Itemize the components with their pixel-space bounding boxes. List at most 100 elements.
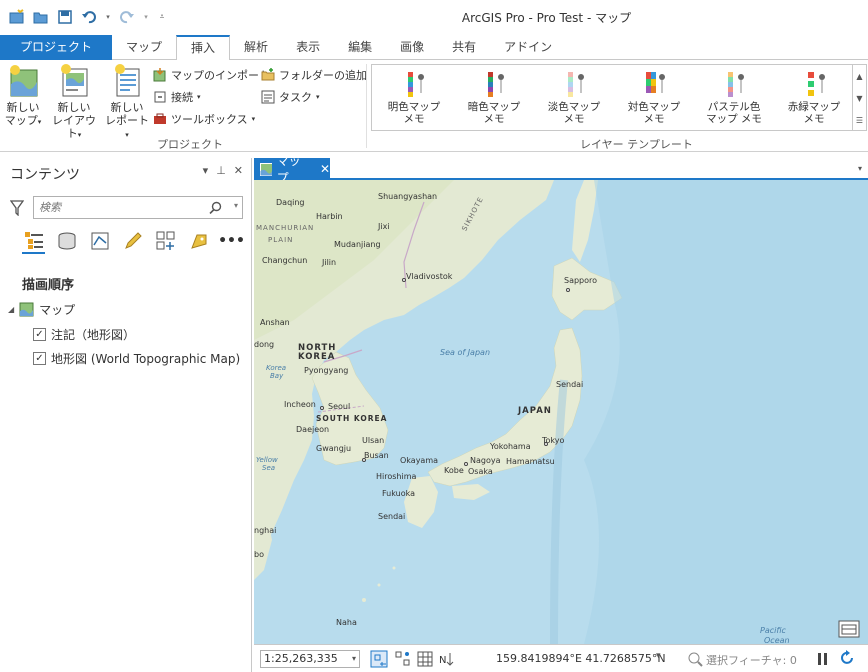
city-marker [362,458,366,462]
pause-drawing-icon[interactable] [814,650,832,668]
import-map-button[interactable]: マップのインポート [153,66,270,84]
pin-icon[interactable]: ⊥ [216,164,226,177]
new-map-label-1: 新しい [6,101,40,114]
filter-icon[interactable] [10,200,24,216]
search-dropdown-icon[interactable]: ▾ [234,201,238,210]
tab-view[interactable]: 表示 [282,35,334,60]
pastel-map-notes-icon [728,72,744,97]
refresh-icon[interactable] [838,650,856,668]
search-box[interactable]: ▾ [33,196,243,219]
scroll-up-icon[interactable]: ▲ [853,65,866,87]
tree-map-node[interactable]: ◢ マップ [8,301,75,318]
map-overview-icon[interactable] [838,620,860,638]
new-layout-button[interactable]: 新しい レイアウト▾ [48,64,100,142]
tab-edit[interactable]: 編集 [334,35,386,60]
search-input[interactable] [34,197,204,218]
close-tab-icon[interactable]: ✕ [320,162,330,176]
layer-label: 地形図 (World Topographic Map) [51,352,241,366]
north-arrow-icon[interactable]: N [438,650,456,668]
toolbox-icon [154,113,166,124]
toolbox-button[interactable]: ツールボックス ▾ [153,110,255,128]
place-label: Harbin [316,212,343,221]
pane-options-icon[interactable]: ▾ [203,164,209,177]
tab-insert[interactable]: 挿入 [176,35,231,61]
tab-share[interactable]: 共有 [438,35,490,60]
task-button[interactable]: タスク ▾ [261,88,320,106]
layer-template-group-label: レイヤー テンプレート [580,138,693,151]
map-tab-icon [260,162,272,176]
add-folder-icon [261,68,275,81]
view-list-dropdown-icon[interactable]: ▾ [858,164,862,173]
place-label: Jilin [322,258,337,267]
list-by-labeling-icon[interactable] [187,228,210,254]
list-by-drawing-order-icon[interactable] [22,228,45,254]
layer-visibility-checkbox[interactable]: ✓ [33,352,46,365]
place-label: Daejeon [296,425,330,434]
new-map-button[interactable]: 新しい マップ▾ [0,64,46,129]
coordinate-format-dropdown-icon[interactable]: ▾ [656,651,661,661]
search-icon[interactable] [209,201,222,214]
chevron-down-icon: ▾ [37,118,42,126]
import-map-icon [153,68,166,82]
list-by-snapping-icon[interactable] [154,228,177,254]
list-by-data-source-icon[interactable] [55,228,78,254]
new-report-label-1: 新しい [110,101,144,114]
place-label: Kobe [444,466,464,475]
tree-layer-topographic[interactable]: ✓ 地形図 (World Topographic Map) [33,350,240,367]
red-green-map-notes-icon [808,72,825,96]
map-view[interactable]: Daqing Shuangyashan Harbin Jixi MANCHURI… [254,180,868,644]
more-options-icon[interactable]: ••• [218,228,245,254]
place-label: Sendai [378,512,406,521]
place-label: Fukuoka [382,489,415,498]
add-folder-button[interactable]: フォルダーの追加 [261,66,367,84]
tab-map[interactable]: マップ [112,35,176,60]
tab-imagery[interactable]: 画像 [386,35,438,60]
chevron-down-icon[interactable]: ▾ [352,651,356,667]
pale-map-notes-template[interactable]: 淡色マップ メモ [536,69,612,125]
new-map-icon [7,64,39,98]
pane-controls: ▾ ⊥ ✕ [203,164,243,177]
connect-button[interactable]: 接続 ▾ [153,88,201,106]
list-by-editing-icon[interactable] [121,228,144,254]
region-label: PLAIN [268,236,294,244]
tab-project[interactable]: プロジェクト [0,35,113,60]
grid-icon[interactable] [416,650,434,668]
close-icon[interactable]: ✕ [234,164,243,177]
tree-layer-annotation[interactable]: ✓ 注記（地形図） [33,326,135,343]
contrast-map-notes-template[interactable]: 対色マップ メモ [616,69,692,125]
map-view-tab[interactable]: マップ ✕ [254,154,330,185]
list-by-selection-icon[interactable] [88,228,111,254]
scale-selector[interactable]: 1:25,263,335 ▾ [260,650,360,668]
city-marker [544,442,548,446]
snap-grid-icon[interactable] [394,650,412,668]
zoom-to-selection-icon[interactable] [686,650,704,668]
layer-visibility-checkbox[interactable]: ✓ [33,328,46,341]
place-label: Anshan [260,318,290,327]
tab-analysis[interactable]: 解析 [230,35,282,60]
place-label: bo [254,550,264,559]
light-map-notes-template[interactable]: 明色マップ メモ [376,69,452,125]
selected-features-count: 選択フィーチャ: 0 [706,654,797,667]
country-label: KOREA [298,352,336,362]
tab-addin[interactable]: アドイン [490,35,566,60]
scroll-down-icon[interactable]: ▼ [853,87,866,109]
coordinates-readout: 159.8419894°E 41.7268575°N [496,652,666,665]
ribbon-tabs: プロジェクト マップ 挿入 解析 表示 編集 画像 共有 アドイン [0,35,868,61]
dark-map-notes-template[interactable]: 暗色マップ メモ [456,69,532,125]
red-green-map-notes-template[interactable]: 赤緑マップ メモ [776,69,852,125]
snapping-icon[interactable] [370,650,388,668]
new-report-button[interactable]: 新しい レポート ▾ [104,64,150,142]
place-label: nghai [254,526,277,535]
place-label: Busan [364,451,389,460]
new-layout-label-2: レイアウト [52,114,96,140]
place-label: Okayama [400,456,439,465]
gallery-expand-icon[interactable]: ☰ [853,109,866,131]
place-label: Seoul [328,402,351,411]
gallery-scroll: ▲ ▼ ☰ [853,64,867,131]
pastel-map-notes-template[interactable]: パステル色 マップ メモ [696,69,772,125]
map-view-tabbar: マップ ✕ ▾ [254,154,868,185]
sea-label: Sea of Japan [440,348,491,357]
collapse-icon[interactable]: ◢ [8,305,14,314]
window-title: ArcGIS Pro - Pro Test - マップ [461,11,632,25]
place-label: Vladivostok [406,272,453,281]
